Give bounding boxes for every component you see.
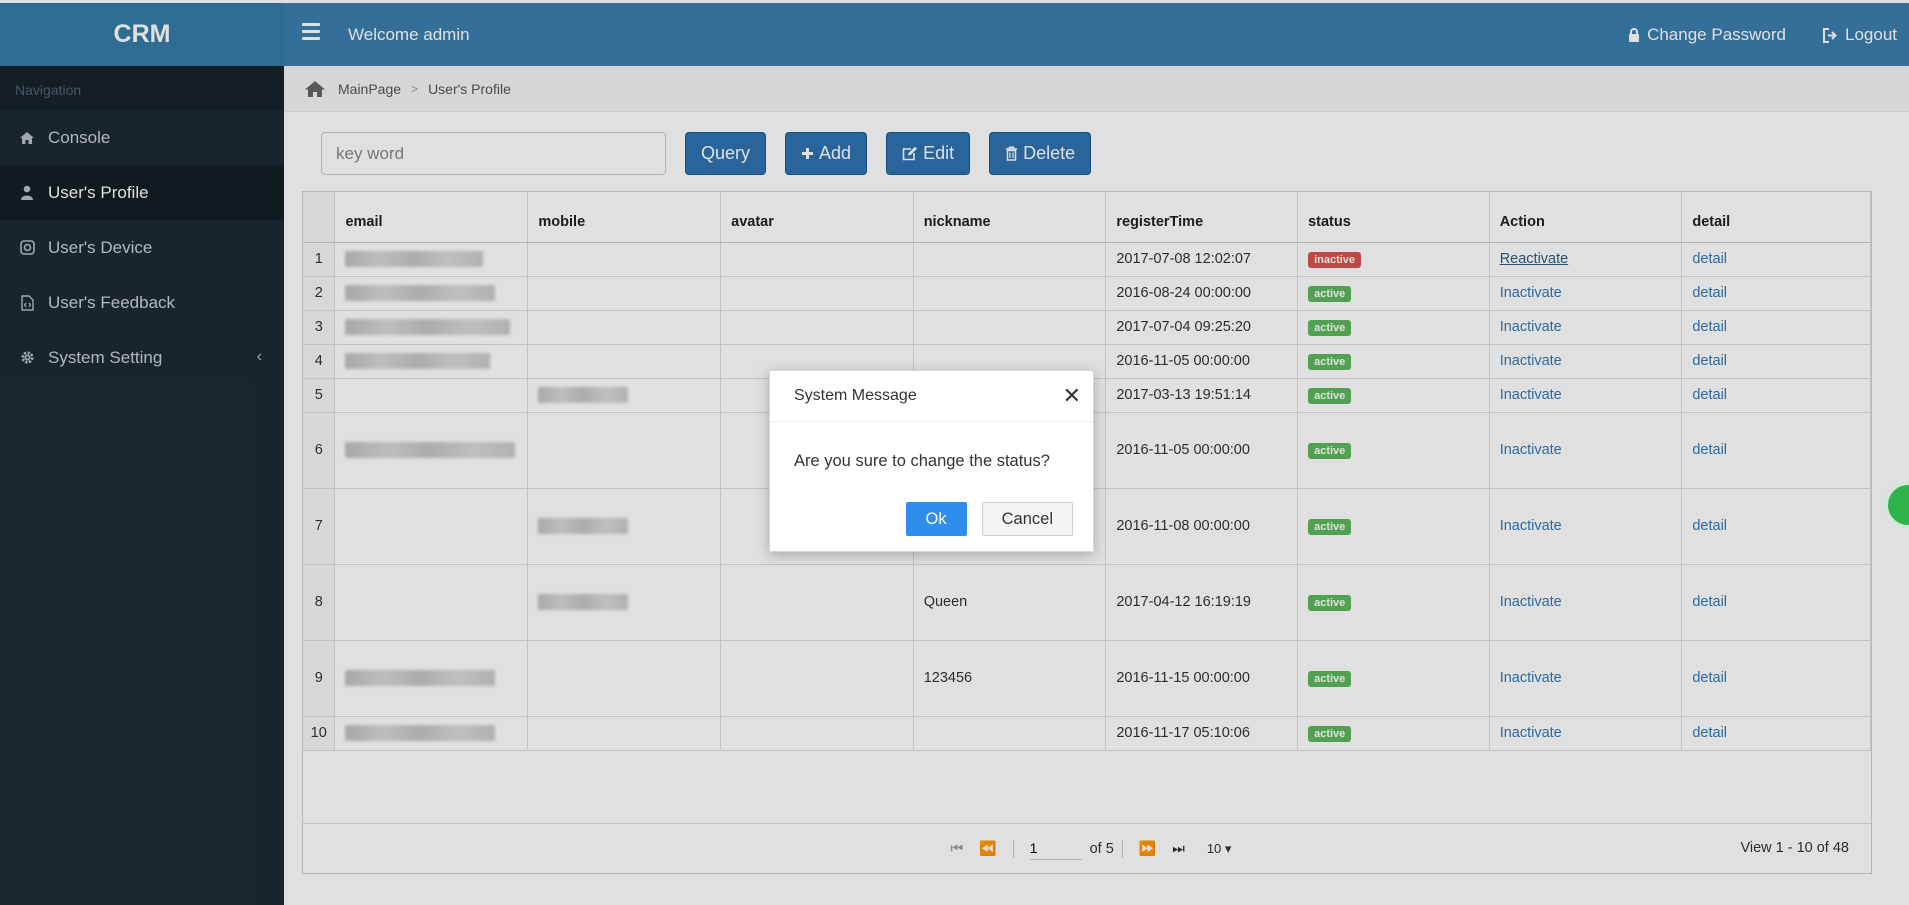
confirm-dialog: System Message ✕ Are you sure to change … [769, 370, 1094, 552]
dialog-header: System Message ✕ [770, 371, 1093, 422]
cancel-button[interactable]: Cancel [981, 502, 1073, 536]
ok-button[interactable]: Ok [905, 502, 967, 536]
close-icon[interactable]: ✕ [1063, 385, 1081, 407]
dialog-buttons: Ok Cancel [905, 502, 1073, 536]
dialog-title: System Message [794, 387, 917, 404]
dialog-message: Are you sure to change the status? [794, 452, 1050, 470]
